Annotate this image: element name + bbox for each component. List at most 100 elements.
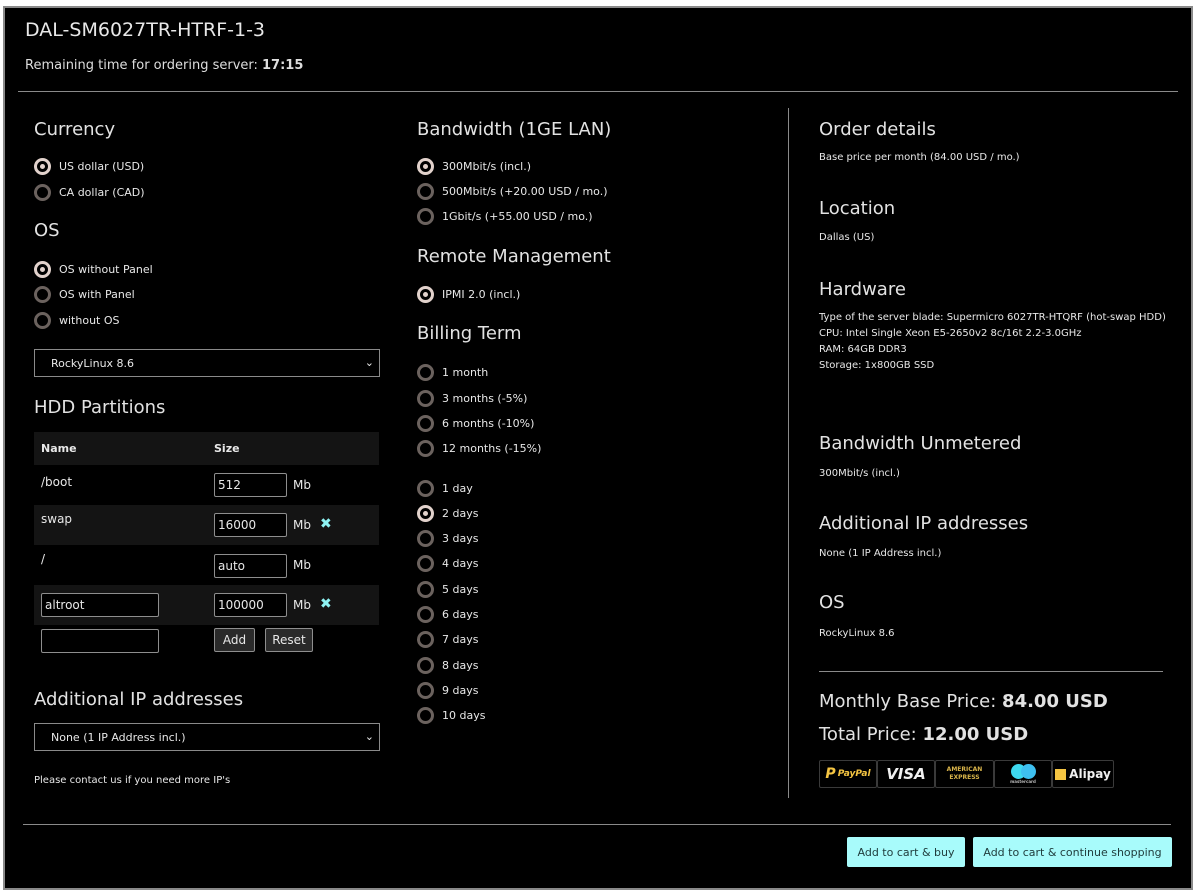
radio-label: CA dollar (CAD)	[59, 186, 145, 199]
table-row: altroot 100000 Mb ✖	[34, 585, 379, 625]
radio-billing-3-months[interactable]: 3 months (-5%)	[417, 390, 527, 407]
order-timer: Remaining time for ordering server: 17:1…	[25, 58, 303, 73]
location-heading: Location	[819, 198, 896, 219]
radio-label: 1 month	[442, 366, 489, 379]
reset-partitions-button[interactable]: Reset	[265, 628, 313, 652]
radio-without-os[interactable]: without OS	[34, 312, 120, 329]
radio-icon	[417, 657, 434, 674]
radio-billing-3-days[interactable]: 3 days	[417, 530, 478, 547]
radio-billing-2-days[interactable]: 2 days	[417, 505, 478, 522]
os-summary-text: RockyLinux 8.6	[819, 628, 895, 639]
new-partition-name-input[interactable]	[41, 629, 159, 653]
partition-size-input[interactable]: 100000	[214, 593, 287, 617]
table-row-new: Add Reset	[34, 625, 379, 665]
radio-label: 7 days	[442, 633, 479, 646]
radio-icon	[417, 390, 434, 407]
partition-size-input[interactable]: auto	[214, 554, 287, 578]
partition-name: /boot	[41, 475, 73, 489]
col-size: Size	[214, 442, 240, 455]
radio-selected-icon	[34, 158, 51, 175]
radio-icon	[34, 312, 51, 329]
radio-os-with-panel[interactable]: OS with Panel	[34, 286, 135, 303]
currency-heading: Currency	[34, 119, 116, 140]
radio-bandwidth-1g[interactable]: 1Gbit/s (+55.00 USD / mo.)	[417, 208, 593, 225]
amex-icon: AMERICAN EXPRESS	[935, 760, 994, 788]
hardware-details: Type of the server blade: Supermicro 602…	[819, 310, 1174, 374]
radio-billing-1-day[interactable]: 1 day	[417, 480, 473, 497]
hardware-line: Storage: 1x800GB SSD	[819, 360, 935, 371]
radio-currency-usd[interactable]: US dollar (USD)	[34, 158, 144, 175]
order-heading: Order details	[819, 119, 936, 140]
divider	[18, 91, 1178, 92]
radio-ipmi[interactable]: IPMI 2.0 (incl.)	[417, 286, 520, 303]
total-price: Total Price: 12.00 USD	[819, 724, 1028, 745]
add-partition-button[interactable]: Add	[214, 628, 255, 652]
unit-label: Mb	[293, 518, 311, 532]
billing-heading: Billing Term	[417, 323, 522, 344]
radio-selected-icon	[417, 505, 434, 522]
radio-icon	[417, 440, 434, 457]
partitions-heading: HDD Partitions	[34, 397, 166, 418]
hardware-line: RAM: 64GB DDR3	[819, 344, 907, 355]
partition-size-input[interactable]: 512	[214, 473, 287, 497]
radio-label: OS without Panel	[59, 263, 153, 276]
timer-value: 17:15	[262, 58, 304, 73]
partition-name: /	[41, 552, 46, 566]
os-summary-heading: OS	[819, 592, 845, 613]
radio-selected-icon	[34, 261, 51, 278]
radio-billing-4-days[interactable]: 4 days	[417, 555, 478, 572]
total-price-value: 12.00 USD	[922, 724, 1029, 745]
radio-label: 8 days	[442, 659, 479, 672]
radio-os-without-panel[interactable]: OS without Panel	[34, 261, 153, 278]
divider	[819, 671, 1163, 672]
radio-label: 300Mbit/s (incl.)	[442, 160, 531, 173]
unit-label: Mb	[293, 598, 311, 612]
os-select-value: RockyLinux 8.6	[51, 356, 135, 370]
radio-label: 4 days	[442, 557, 479, 570]
radio-bandwidth-500[interactable]: 500Mbit/s (+20.00 USD / mo.)	[417, 183, 608, 200]
remove-icon[interactable]: ✖	[320, 516, 332, 532]
visa-icon: VISA	[877, 760, 935, 788]
add-to-cart-buy-button[interactable]: Add to cart & buy	[847, 837, 965, 867]
add-to-cart-continue-button[interactable]: Add to cart & continue shopping	[973, 837, 1172, 867]
total-price-label: Total Price:	[819, 724, 923, 745]
radio-icon	[417, 581, 434, 598]
radio-billing-7-days[interactable]: 7 days	[417, 631, 478, 648]
mastercard-label: mastercard	[1010, 779, 1036, 784]
radio-billing-6-days[interactable]: 6 days	[417, 606, 478, 623]
radio-icon	[417, 682, 434, 699]
radio-billing-5-days[interactable]: 5 days	[417, 581, 478, 598]
hardware-line: Type of the server blade: Supermicro 602…	[819, 312, 1166, 323]
partitions-table: Name Size /boot 512 Mb swap 16000 Mb ✖ /…	[34, 432, 379, 665]
partition-size-input[interactable]: 16000	[214, 513, 287, 537]
table-row: / auto Mb	[34, 545, 379, 585]
radio-label: 1 day	[442, 482, 473, 495]
timer-label: Remaining time for ordering server:	[25, 58, 263, 73]
ips-note: Please contact us if you need more IP's	[34, 775, 231, 786]
bandwidth-summary-heading: Bandwidth Unmetered	[819, 433, 1022, 454]
radio-billing-8-days[interactable]: 8 days	[417, 657, 478, 674]
radio-selected-icon	[417, 158, 434, 175]
bandwidth-heading: Bandwidth (1GE LAN)	[417, 119, 612, 140]
radio-label: without OS	[59, 314, 120, 327]
column-divider	[788, 108, 789, 798]
radio-billing-6-months[interactable]: 6 months (-10%)	[417, 415, 534, 432]
radio-billing-12-months[interactable]: 12 months (-15%)	[417, 440, 541, 457]
remove-icon[interactable]: ✖	[320, 596, 332, 612]
radio-bandwidth-300[interactable]: 300Mbit/s (incl.)	[417, 158, 531, 175]
ips-select[interactable]: None (1 IP Address incl.) ⌄	[34, 723, 380, 751]
radio-billing-10-days[interactable]: 10 days	[417, 707, 485, 724]
ips-heading: Additional IP addresses	[34, 689, 244, 710]
partition-name-input[interactable]: altroot	[41, 593, 159, 617]
radio-label: 500Mbit/s (+20.00 USD / mo.)	[442, 185, 608, 198]
os-select[interactable]: RockyLinux 8.6 ⌄	[34, 349, 380, 377]
radio-billing-9-days[interactable]: 9 days	[417, 682, 478, 699]
unit-label: Mb	[293, 478, 311, 492]
base-price-text: Base price per month (84.00 USD / mo.)	[819, 152, 1020, 163]
radio-currency-cad[interactable]: CA dollar (CAD)	[34, 184, 145, 201]
monthly-price-value: 84.00 USD	[1002, 691, 1108, 712]
radio-billing-1-month[interactable]: 1 month	[417, 364, 488, 381]
monthly-price-label: Monthly Base Price:	[819, 691, 1003, 712]
partition-name: swap	[41, 512, 73, 526]
radio-icon	[417, 183, 434, 200]
